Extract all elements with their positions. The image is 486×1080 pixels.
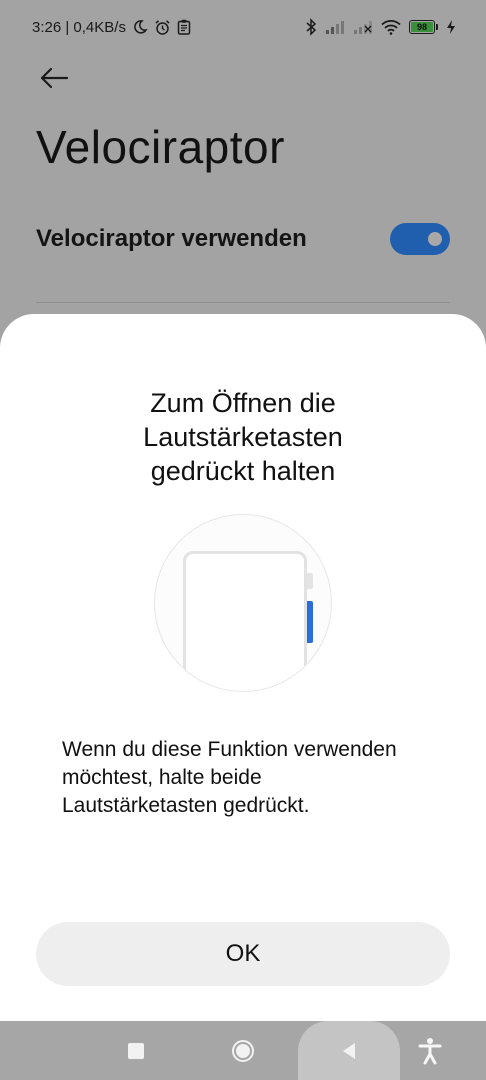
- battery-indicator: 98: [409, 20, 438, 34]
- accessibility-icon: [418, 1038, 442, 1065]
- volume-buttons-graphic: [307, 601, 313, 643]
- bluetooth-icon: [305, 18, 317, 36]
- divider: [36, 302, 450, 303]
- wifi-icon: [381, 19, 401, 35]
- recents-button[interactable]: [128, 1043, 144, 1059]
- navigation-bar: [0, 1021, 486, 1080]
- back-button[interactable]: [34, 60, 74, 96]
- moon-icon: [132, 19, 148, 35]
- alarm-icon: [154, 19, 171, 36]
- signal-icon: [325, 19, 345, 35]
- page-title: Velociraptor: [36, 121, 285, 173]
- velociraptor-toggle[interactable]: [390, 223, 450, 255]
- dialog-description: Wenn du diese Funktion verwenden möchtes…: [62, 738, 397, 817]
- accessibility-button[interactable]: [414, 1035, 446, 1067]
- signal-icon-secondary: [353, 19, 373, 35]
- status-right: 98: [305, 18, 456, 36]
- power-button-graphic: [307, 573, 313, 589]
- ok-button[interactable]: OK: [36, 922, 450, 986]
- charging-bolt-icon: [446, 19, 456, 35]
- status-time-speed: 3:26 | 0,4KB/s: [32, 18, 126, 36]
- phone-volume-illustration: [154, 514, 332, 692]
- setting-row-velociraptor[interactable]: Velociraptor verwenden: [36, 210, 450, 268]
- status-left: 3:26 | 0,4KB/s: [32, 19, 191, 36]
- arrow-left-icon: [40, 67, 69, 89]
- phone-outline: [183, 551, 307, 691]
- home-button[interactable]: [232, 1040, 254, 1062]
- setting-label: Velociraptor verwenden: [36, 225, 307, 252]
- status-bar: 3:26 | 0,4KB/s 98: [0, 0, 486, 54]
- toggle-knob: [428, 232, 442, 246]
- triangle-back-icon: [343, 1042, 355, 1059]
- battery-level: 98: [411, 22, 433, 32]
- clipboard-icon: [177, 19, 191, 35]
- dialog-title: Zum Öffnen die Lautstärketasten gedrückt…: [143, 388, 343, 486]
- dialog-sheet: Zum Öffnen die Lautstärketasten gedrückt…: [0, 314, 486, 1021]
- nav-back-button[interactable]: [298, 1021, 400, 1080]
